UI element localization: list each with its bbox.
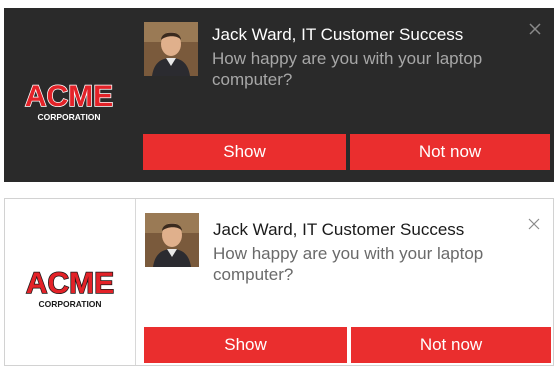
avatar [144,22,198,76]
user-photo-icon [144,22,198,76]
notification-title: Jack Ward, IT Customer Success [213,220,465,239]
not-now-button[interactable]: Not now [350,134,550,170]
show-button[interactable]: Show [144,327,347,363]
notification-message: How happy are you with your laptop compu… [212,49,483,89]
acme-logo: ACME CORPORATION [25,266,115,309]
notification-toast-dark: ACME CORPORATION Jack Ward, IT Customer … [4,8,554,182]
show-button[interactable]: Show [143,134,346,170]
notification-message: How happy are you with your laptop compu… [213,244,484,284]
notification-toast-light: ACME CORPORATION Jack Ward, IT Customer … [4,198,554,366]
logo-main-text: ACME [25,80,113,113]
close-icon[interactable] [525,215,543,233]
not-now-button[interactable]: Not now [351,327,551,363]
logo-sub-text: CORPORATION [37,112,100,122]
logo-sub-text: CORPORATION [38,299,101,309]
app-logo-area: ACME CORPORATION [5,199,136,365]
acme-logo: ACME CORPORATION [24,79,114,122]
avatar [145,213,199,267]
app-logo-area: ACME CORPORATION [4,8,134,182]
close-icon[interactable] [526,20,544,38]
logo-main-text: ACME [26,267,114,300]
notification-title: Jack Ward, IT Customer Success [212,25,464,44]
user-photo-icon [145,213,199,267]
